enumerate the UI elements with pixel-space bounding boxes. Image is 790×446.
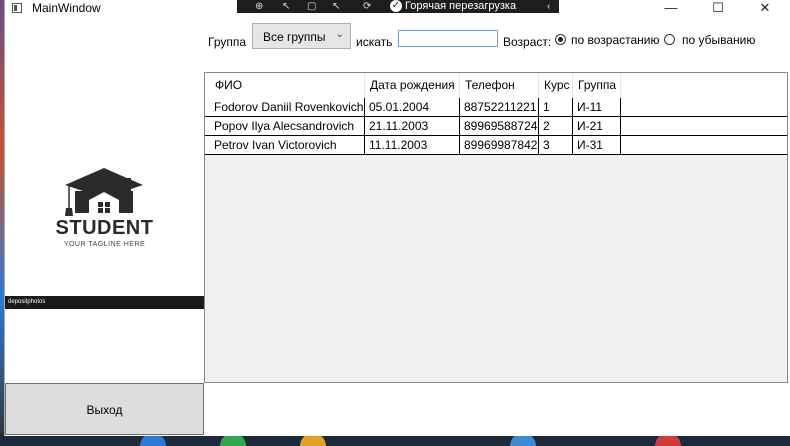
cell-birthdate: 05.01.2004	[365, 98, 460, 117]
age-descending-radio[interactable]	[664, 34, 675, 45]
layout-adorner-icon[interactable]: ▢	[307, 0, 316, 13]
students-datagrid[interactable]: ФИО Дата рождения Телефон Курс Группа Fo…	[204, 72, 788, 383]
column-header-course[interactable]: Курс	[539, 73, 573, 98]
search-input[interactable]	[398, 30, 498, 47]
group-label: Группа	[208, 35, 247, 49]
group-combobox[interactable]: Все группы ⌄	[252, 23, 351, 49]
left-panel: STUDENT YOUR TAGLINE HERE depositphotos	[5, 17, 204, 383]
window-icon	[12, 3, 22, 13]
search-label: искать	[356, 35, 393, 49]
maximize-button[interactable]: ☐	[702, 0, 734, 17]
track-focus-icon[interactable]: ↖	[332, 0, 340, 13]
column-header-birthdate[interactable]: Дата рождения	[365, 73, 460, 98]
age-ascending-radio[interactable]	[555, 34, 566, 45]
hot-reload-label[interactable]: Горячая перезагрузка	[405, 0, 516, 13]
cell-group: И-21	[573, 117, 621, 136]
chevron-down-icon: ⌄	[335, 29, 344, 40]
cell-course: 1	[539, 98, 573, 117]
cell-course: 3	[539, 136, 573, 155]
cell-phone: 89969987842	[460, 136, 539, 155]
xaml-debug-toolbar: ⊕ ↖ ▢ ↖ ⟳ ✓ Горячая перезагрузка ‹	[237, 0, 559, 13]
datagrid-header: ФИО Дата рождения Телефон Курс Группа	[205, 73, 787, 98]
age-label: Возраст:	[503, 35, 552, 49]
cell-birthdate: 11.11.2003	[365, 136, 460, 155]
cell-group: И-31	[573, 136, 621, 155]
main-window: MainWindow — ☐ ✕ ⊕ ↖ ▢ ↖ ⟳ ✓ Горячая пер…	[4, 0, 790, 436]
pointer-icon[interactable]: ↖	[282, 0, 290, 13]
stock-watermark-label: depositphotos	[8, 299, 46, 305]
minimize-button[interactable]: —	[655, 0, 687, 17]
age-ascending-label[interactable]: по возрастанию	[571, 33, 660, 47]
window-title: MainWindow	[32, 1, 101, 15]
table-row[interactable]: Popov Ilya Alecsandrovich 21.11.2003 899…	[205, 117, 787, 136]
exit-button[interactable]: Выход	[5, 383, 204, 435]
cell-phone: 88752211221	[460, 98, 539, 117]
cell-phone: 89969588724	[460, 117, 539, 136]
cell-group: И-11	[573, 98, 621, 117]
table-row[interactable]: Fodorov Daniil Rovenkovich 05.01.2004 88…	[205, 98, 787, 117]
stock-watermark-strip: depositphotos	[5, 296, 204, 309]
age-descending-label[interactable]: по убыванию	[682, 33, 755, 47]
logo-tagline: YOUR TAGLINE HERE	[63, 241, 146, 248]
cell-course: 2	[539, 117, 573, 136]
column-header-group[interactable]: Группа	[573, 73, 621, 98]
cell-fio: Petrov Ivan Victorovich	[210, 136, 365, 155]
cell-fio: Popov Ilya Alecsandrovich	[210, 117, 365, 136]
select-element-icon[interactable]: ⊕	[255, 0, 263, 13]
table-row[interactable]: Petrov Ivan Victorovich 11.11.2003 89969…	[205, 136, 787, 155]
student-logo: STUDENT YOUR TAGLINE HERE	[5, 144, 204, 294]
cell-fio: Fodorov Daniil Rovenkovich	[210, 98, 365, 117]
close-button[interactable]: ✕	[749, 0, 781, 17]
hot-reload-check-icon: ✓	[390, 0, 402, 12]
cell-birthdate: 21.11.2003	[365, 117, 460, 136]
collapse-toolbar-icon[interactable]: ‹	[547, 0, 550, 13]
binding-icon[interactable]: ⟳	[363, 0, 371, 13]
column-header-phone[interactable]: Телефон	[460, 73, 539, 98]
group-selected-value: Все группы	[263, 30, 326, 44]
column-header-fio[interactable]: ФИО	[210, 73, 365, 98]
logo-title: STUDENT	[55, 217, 154, 239]
